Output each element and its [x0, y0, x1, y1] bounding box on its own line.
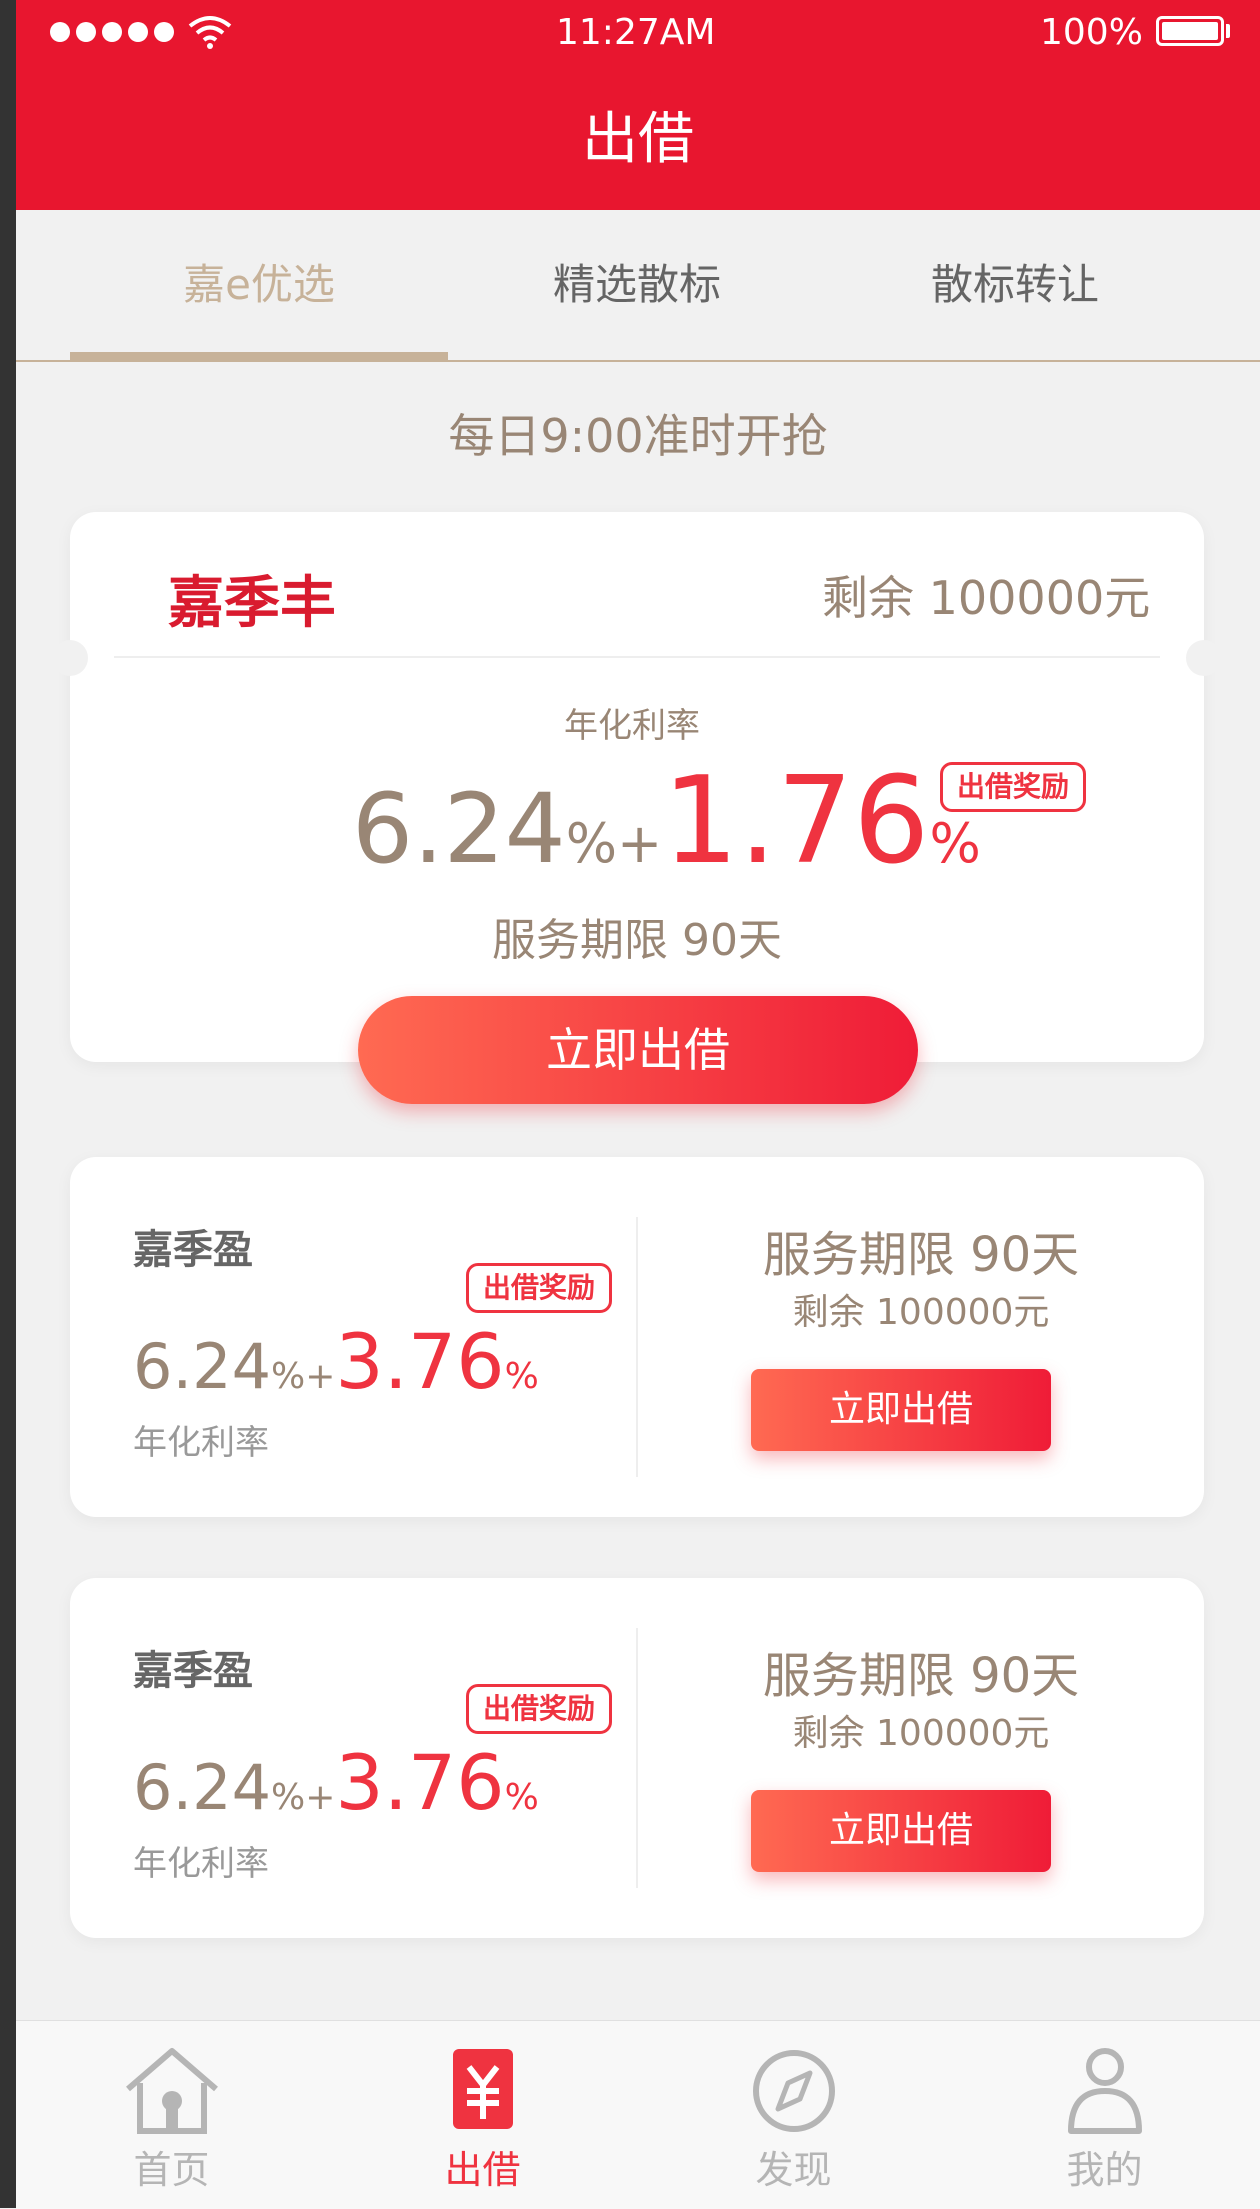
- lend-now-button[interactable]: 立即出借: [751, 1790, 1051, 1872]
- nav-item-home[interactable]: 首页: [16, 2021, 327, 2209]
- page-title: 出借: [582, 107, 694, 172]
- category-tabs: 嘉e优选 精选散标 散标转让: [16, 210, 1260, 362]
- bonus-rate: 3.76: [335, 1738, 505, 1827]
- nav-label-lend: 出借: [444, 2148, 521, 2192]
- signal-icon: [50, 22, 180, 46]
- reward-badge: 出借奖励: [940, 762, 1086, 812]
- lend-now-button[interactable]: 立即出借: [358, 996, 918, 1104]
- remaining-amount: 剩余 100000元: [792, 1292, 1050, 1333]
- nav-item-mine[interactable]: 我的: [949, 2021, 1260, 2209]
- nav-label-mine: 我的: [1066, 2148, 1143, 2192]
- lend-now-button[interactable]: 立即出借: [751, 1369, 1051, 1451]
- base-rate: 6.24: [133, 1330, 272, 1403]
- bottom-navigation: 首页 出借 发现 我的: [16, 2020, 1260, 2209]
- nav-label-discover: 发现: [755, 2148, 832, 2192]
- featured-product-card[interactable]: 嘉季丰 剩余 100000元 年化利率 6.24%+1.76% 出借奖励 服务期…: [52, 512, 1222, 1104]
- product-name: 嘉季盈: [133, 1227, 253, 1273]
- tab-selected-loans[interactable]: 精选散标: [448, 210, 826, 360]
- battery-level: 100%: [1040, 12, 1143, 53]
- tab-loan-transfer[interactable]: 散标转让: [826, 210, 1204, 360]
- rate-display: 6.24%+3.76%: [133, 1738, 539, 1827]
- base-rate-unit: %+: [271, 1356, 336, 1397]
- nav-label-home: 首页: [133, 2148, 210, 2192]
- remaining-amount: 剩余 100000元: [822, 571, 1151, 625]
- yen-icon: [453, 2049, 513, 2129]
- battery-tip: [1226, 24, 1230, 38]
- wifi-icon: [188, 16, 232, 49]
- tab-jiae-youxuan[interactable]: 嘉e优选: [70, 210, 448, 360]
- rate-display: 6.24%+3.76%: [133, 1317, 539, 1406]
- daily-notice: 每日9:00准时开抢: [448, 409, 828, 463]
- product-card[interactable]: 嘉季盈 出借奖励 6.24%+3.76% 年化利率 服务期限 90天 剩余 10…: [70, 1157, 1204, 1517]
- left-edge: [0, 0, 16, 2208]
- card-notch-left: [52, 640, 88, 676]
- product-card[interactable]: 嘉季盈 出借奖励 6.24%+3.76% 年化利率 服务期限 90天 剩余 10…: [70, 1578, 1204, 1938]
- base-rate: 6.24: [352, 773, 566, 885]
- base-rate: 6.24: [133, 1751, 272, 1824]
- bonus-rate: 3.76: [335, 1317, 505, 1406]
- base-rate-unit: %+: [271, 1777, 336, 1818]
- product-name: 嘉季丰: [168, 571, 336, 636]
- app-header: 11:27AM 100% 出借: [16, 0, 1260, 210]
- nav-item-discover[interactable]: 发现: [638, 2021, 949, 2209]
- battery-icon: [1156, 16, 1224, 46]
- bonus-rate-unit: %: [504, 1777, 539, 1818]
- bonus-rate: 1.76: [662, 752, 930, 891]
- rate-label: 年化利率: [133, 1844, 269, 1884]
- home-icon: [126, 2048, 218, 2134]
- card-divider: [114, 656, 1160, 658]
- service-term: 服务期限 90天: [492, 915, 782, 966]
- service-term: 服务期限 90天: [762, 1648, 1080, 1704]
- rate-label: 年化利率: [564, 706, 700, 746]
- base-rate-unit: %+: [565, 812, 663, 875]
- remaining-amount: 剩余 100000元: [792, 1713, 1050, 1754]
- service-term: 服务期限 90天: [762, 1227, 1080, 1283]
- user-icon: [1068, 2048, 1142, 2134]
- product-name: 嘉季盈: [133, 1648, 253, 1694]
- compass-icon: [753, 2050, 835, 2132]
- rate-display: 6.24%+1.76%: [352, 752, 981, 891]
- rate-label: 年化利率: [133, 1423, 269, 1463]
- nav-item-lend[interactable]: 出借: [327, 2021, 638, 2209]
- reward-badge: 出借奖励: [466, 1263, 612, 1313]
- reward-badge: 出借奖励: [466, 1684, 612, 1734]
- status-time: 11:27AM: [556, 12, 716, 53]
- card-notch-right: [1186, 640, 1222, 676]
- bonus-rate-unit: %: [929, 812, 981, 875]
- bonus-rate-unit: %: [504, 1356, 539, 1397]
